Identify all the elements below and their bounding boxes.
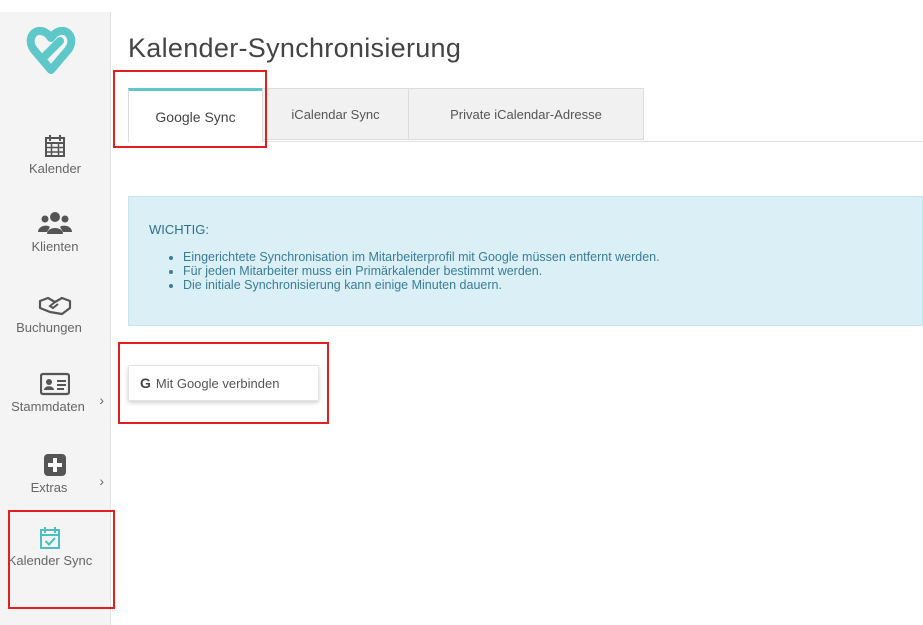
id-card-icon	[40, 372, 70, 396]
sidebar-item-label: Kalender Sync	[7, 553, 93, 568]
page-title: Kalender-Synchronisierung	[128, 33, 462, 63]
sidebar-item-extras[interactable]: › Extras	[0, 453, 110, 495]
calendar-check-icon	[40, 527, 60, 549]
list-item: Eingerichtete Synchronisation im Mitarbe…	[183, 250, 660, 264]
logo-icon	[26, 27, 76, 74]
button-label: Mit Google verbinden	[155, 375, 280, 391]
alert-title: WICHTIG:	[149, 222, 209, 237]
google-icon: G	[140, 375, 151, 391]
tab-label: iCalendar Sync	[291, 106, 380, 122]
alert-list: Eingerichtete Synchronisation im Mitarbe…	[169, 250, 660, 292]
calendar-icon	[45, 135, 65, 157]
sidebar-item-stammdaten[interactable]: › Stammdaten	[0, 372, 110, 414]
chevron-right-icon: ›	[99, 473, 104, 489]
chevron-right-icon: ›	[99, 392, 104, 408]
list-item: Für jeden Mitarbeiter muss ein Primärkal…	[183, 264, 660, 278]
tab-icalendar-sync[interactable]: iCalendar Sync	[262, 88, 409, 140]
sidebar-item-label: Kalender	[28, 161, 82, 176]
tab-label: Private iCalendar-Adresse	[450, 106, 602, 122]
sidebar-item-kalender[interactable]: Kalender	[0, 134, 110, 176]
tab-label: Google Sync	[155, 108, 236, 125]
sidebar: Kalender Klienten Buchungen › Stammdaten…	[0, 12, 111, 625]
tab-google-sync[interactable]: Google Sync	[128, 88, 263, 142]
sidebar-item-klienten[interactable]: Klienten	[0, 210, 110, 254]
sidebar-item-label: Klienten	[31, 239, 79, 254]
plus-square-icon	[44, 454, 66, 476]
people-icon	[38, 212, 72, 234]
sidebar-item-label: Buchungen	[16, 320, 82, 335]
sidebar-item-label: Extras	[30, 480, 68, 495]
handshake-icon	[38, 296, 72, 316]
info-alert: WICHTIG: Eingerichtete Synchronisation i…	[128, 196, 923, 326]
connect-google-button[interactable]: G Mit Google verbinden	[128, 365, 319, 401]
list-item: Die initiale Synchronisierung kann einig…	[183, 278, 660, 292]
sidebar-item-buchungen[interactable]: Buchungen	[0, 295, 110, 335]
tab-private-icalendar-adresse[interactable]: Private iCalendar-Adresse	[408, 88, 644, 140]
tab-divider	[262, 141, 923, 142]
sidebar-item-label: Stammdaten	[11, 399, 85, 414]
sidebar-item-kalender-sync[interactable]: Kalender Sync	[0, 526, 100, 569]
